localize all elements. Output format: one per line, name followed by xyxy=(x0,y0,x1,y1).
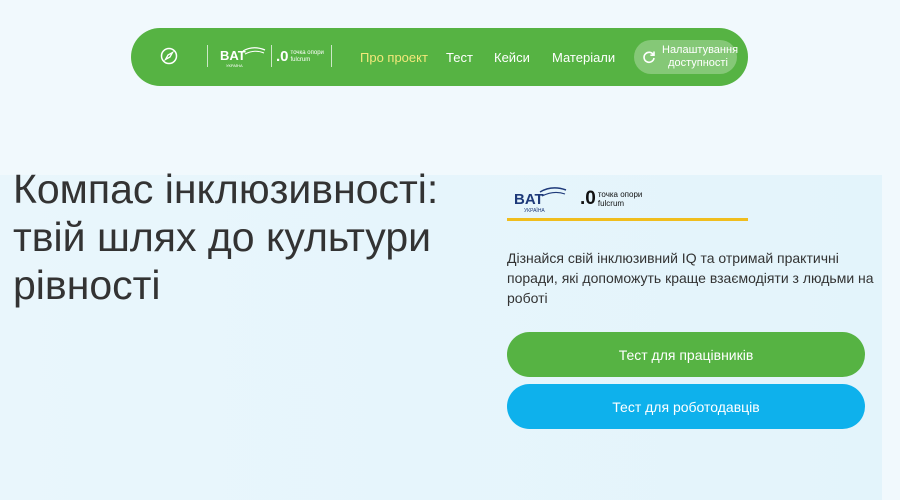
fulcrum-logo-line2: fulcrum xyxy=(597,199,625,208)
fulcrum-logo-line2: fulcrum xyxy=(290,57,311,63)
nav-divider xyxy=(207,45,208,67)
page-title: Компас інклюзивності: твій шлях до культ… xyxy=(13,166,439,308)
svg-text:УКРАЇНА: УКРАЇНА xyxy=(226,63,243,68)
svg-text:УКРАЇНА: УКРАЇНА xyxy=(524,207,545,214)
fulcrum-logo: .0 точка опори fulcrum xyxy=(580,188,642,210)
page-edge xyxy=(882,175,900,500)
fulcrum-logo-line1: точка опори xyxy=(290,50,324,56)
fulcrum-logo[interactable]: .0 точка опори fulcrum xyxy=(276,47,330,67)
nav-link-cases[interactable]: Кейси xyxy=(494,50,530,66)
fulcrum-logo-mark: .0 xyxy=(580,188,596,209)
fulcrum-logo-mark: .0 xyxy=(276,48,289,65)
employer-test-button[interactable]: Тест для роботодавців xyxy=(507,384,865,429)
accessibility-settings-label: Налаштування доступності xyxy=(662,44,739,69)
fulcrum-logo-line1: точка опори xyxy=(597,190,643,199)
card-description: Дізнайся свій інклюзивний IQ та отримай … xyxy=(507,250,874,306)
bat-logo-mark: BAT УКРАЇНА xyxy=(220,47,266,68)
fulcrum-logo-text: точка опори fulcrum xyxy=(598,190,643,208)
svg-text:BAT: BAT xyxy=(514,191,544,208)
nav-divider xyxy=(331,45,332,67)
partner-logos: BAT УКРАЇНА .0 точка опори fulcrum xyxy=(510,184,750,214)
nav-link-materials[interactable]: Матеріали xyxy=(552,50,615,66)
refresh-icon xyxy=(643,51,655,64)
logo-underline xyxy=(507,218,748,221)
svg-text:BAT: BAT xyxy=(220,48,246,63)
fulcrum-logo-text: точка опори fulcrum xyxy=(291,50,324,64)
bat-logo: BAT УКРАЇНА xyxy=(514,187,567,214)
nav-link-test[interactable]: Тест xyxy=(446,50,473,66)
bat-logo[interactable]: BAT УКРАЇНА xyxy=(219,46,267,68)
nav-divider xyxy=(271,45,272,67)
accessibility-settings-button[interactable]: Налаштування доступності xyxy=(634,40,739,74)
compass-icon[interactable] xyxy=(160,47,178,65)
nav-link-about[interactable]: Про проект xyxy=(360,50,428,66)
employee-test-button[interactable]: Тест для працівників xyxy=(507,332,865,377)
